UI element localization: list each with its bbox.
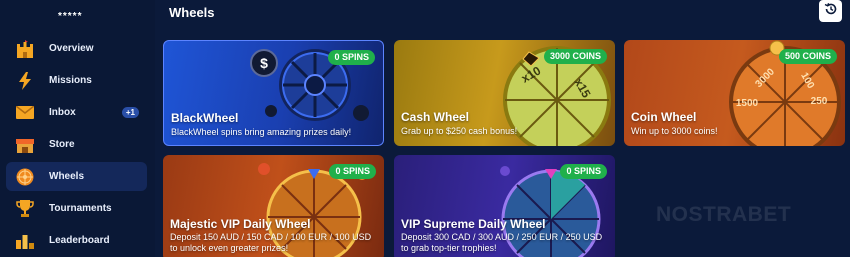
card-title: Cash Wheel: [401, 110, 470, 124]
inbox-count-badge: +1: [121, 107, 139, 118]
page-title: Wheels: [169, 5, 215, 20]
sidebar: ***** Overview Missions Inbox +1 Store W…: [0, 0, 155, 257]
sidebar-item-label: Tournaments: [49, 203, 112, 214]
svg-text:$: $: [260, 55, 268, 71]
rating-stars: *****: [58, 11, 83, 22]
leaderboard-icon: [15, 231, 35, 251]
card-description: Deposit 150 AUD / 150 CAD / 100 EUR / 10…: [170, 232, 372, 253]
wheel-card-blackwheel[interactable]: $ 0 SPINS BlackWheel BlackWheel spins br…: [163, 40, 384, 146]
wheel-card-coin[interactable]: 3000 1500 100 250 500 COINS Coin Wheel W…: [624, 40, 845, 146]
sidebar-item-label: Missions: [49, 75, 92, 86]
card-description: Win up to 3000 coins!: [631, 126, 718, 136]
wheel-card-cash[interactable]: x10 x15 3000 COINS Cash Wheel Grab up to…: [394, 40, 615, 146]
sidebar-item-tournaments[interactable]: Tournaments: [6, 194, 147, 223]
store-icon: [15, 135, 35, 155]
envelope-icon: [15, 103, 35, 123]
coins-badge: 500 COINS: [778, 49, 837, 64]
castle-icon: [15, 39, 35, 59]
spins-badge: 0 SPINS: [560, 164, 607, 179]
history-icon: [824, 2, 838, 21]
sidebar-item-label: Inbox: [49, 107, 76, 118]
card-description: Deposit 300 CAD / 300 AUD / 250 EUR / 25…: [401, 232, 603, 253]
sidebar-item-leaderboard[interactable]: Leaderboard: [6, 226, 147, 255]
spins-badge: 0 SPINS: [328, 50, 375, 65]
history-button[interactable]: [819, 0, 842, 22]
sidebar-item-missions[interactable]: Missions: [6, 66, 147, 95]
sidebar-item-label: Wheels: [49, 171, 85, 182]
sidebar-item-store[interactable]: Store: [6, 130, 147, 159]
wheel-card-majestic-vip[interactable]: 0 SPINS Majestic VIP Daily Wheel Deposit…: [163, 155, 384, 257]
wheel-card-vip-supreme[interactable]: 0 SPINS VIP Supreme Daily Wheel Deposit …: [394, 155, 615, 257]
trophy-icon: [15, 199, 35, 219]
card-title: Majestic VIP Daily Wheel: [170, 217, 311, 231]
sidebar-item-overview[interactable]: Overview: [6, 34, 147, 63]
card-title: VIP Supreme Daily Wheel: [401, 217, 546, 231]
coins-badge: 3000 COINS: [543, 49, 607, 64]
sidebar-item-label: Overview: [49, 43, 94, 54]
svg-text:250: 250: [811, 96, 828, 107]
sidebar-item-label: Leaderboard: [49, 235, 110, 246]
spins-badge: 0 SPINS: [329, 164, 376, 179]
sidebar-item-label: Store: [49, 139, 75, 150]
sidebar-item-inbox[interactable]: Inbox +1: [6, 98, 147, 127]
wheel-icon: [15, 167, 35, 187]
card-description: BlackWheel spins bring amazing prizes da…: [171, 127, 352, 137]
watermark: NOSTRABET: [656, 203, 792, 226]
svg-text:1500: 1500: [736, 98, 759, 109]
card-description: Grab up to $250 cash bonus!: [401, 126, 518, 136]
lightning-icon: [15, 71, 35, 91]
card-title: Coin Wheel: [631, 110, 697, 124]
sidebar-item-wheels[interactable]: Wheels: [6, 162, 147, 191]
card-title: BlackWheel: [171, 111, 239, 125]
